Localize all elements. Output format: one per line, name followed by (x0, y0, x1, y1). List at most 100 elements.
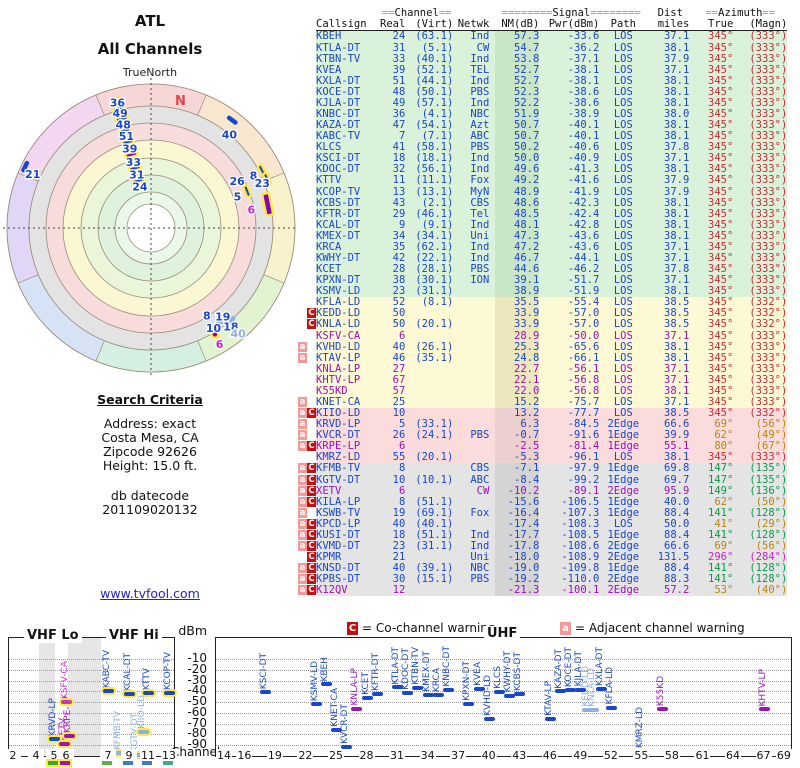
signal-bar (656, 707, 668, 712)
cell-az-magn: (333°) (733, 231, 788, 242)
cell-dist: 38.1 (647, 197, 694, 209)
signal-bar (473, 687, 485, 692)
adjacent-warning-icon: a (298, 352, 307, 363)
cell-pwr: -41.6 (539, 175, 600, 187)
marker-slot (298, 153, 307, 163)
cell-netwk: Ind (453, 53, 496, 65)
marker-slot (298, 286, 307, 296)
col-real: Real (380, 18, 406, 32)
marker-slot (307, 198, 316, 208)
signal-bar (310, 702, 322, 707)
cell-path: LOS (599, 519, 648, 530)
marker-slot (298, 231, 307, 241)
cell-virt: (26.1) (405, 341, 454, 353)
cell-netwk: Ind (453, 30, 496, 43)
marker-slot (307, 142, 316, 152)
marker-slot (298, 452, 307, 462)
signal-bar (402, 690, 414, 695)
marker-slot (307, 419, 316, 429)
cell-virt: (35.1) (405, 352, 454, 364)
cell-dist: 37.9 (647, 186, 694, 198)
channel-marker-label: 51 (119, 130, 134, 143)
signal-bar (605, 705, 617, 710)
signal-bar (412, 686, 424, 691)
cell-az-magn: (136°) (733, 485, 788, 497)
marker-slot (298, 175, 307, 185)
cell-az-magn: (333°) (733, 87, 788, 98)
cell-nm: -8.4 (495, 474, 540, 486)
col-callsign: Callsign (316, 19, 380, 32)
cell-path: LOS (599, 363, 648, 375)
tvfool-report: ATL All Channels TrueNorth 36 49 48 51 39 33 3… (0, 0, 800, 768)
adjacent-warning-icon: a (298, 463, 307, 474)
cell-az-true: 345° (693, 319, 734, 331)
cell-netwk (453, 407, 496, 419)
warning-markers: aC (296, 441, 316, 453)
cell-az-true: 149° (693, 485, 734, 497)
under-axis-mark (48, 761, 58, 765)
channel-marker-label: 10 (206, 322, 222, 335)
cell-callsign: KNLA-LP (316, 363, 380, 375)
adjacent-warning-icon: a (298, 474, 307, 485)
cell-netwk (453, 363, 496, 375)
cell-callsign: KCAL-DT (316, 219, 380, 231)
cell-netwk: Fox (453, 175, 496, 187)
cell-real: 33 (380, 53, 406, 65)
cell-virt: (46.1) (405, 208, 454, 220)
adjacent-warning-icon: a (298, 529, 307, 540)
marker-slot (307, 220, 316, 230)
warning-markers: a (296, 352, 316, 364)
db-datecode-value: 201109020132 (102, 502, 198, 517)
marker-slot (307, 76, 316, 86)
cell-netwk: CBS (453, 197, 496, 209)
cell-az-true: 345° (693, 87, 734, 98)
x-axis-tick: 31 (389, 749, 406, 762)
marker-slot (307, 275, 316, 285)
table-row: a C KILA-LP 8 (51.1) -15.6 -106.5 1Edge 40.0 62°(… (296, 496, 788, 508)
marker-slot (298, 297, 307, 307)
co-channel-warning-icon: C (307, 463, 316, 474)
tvfool-link[interactable]: www.tvfool.com (100, 586, 200, 601)
cell-dist: 37.9 (647, 175, 694, 187)
bar-label: KSFV-CA (60, 660, 70, 699)
cell-pwr: -38.1 (539, 75, 600, 87)
gridline (9, 723, 174, 725)
search-height: Height: 15.0 ft. (102, 458, 198, 473)
cell-az-magn: (333°) (733, 197, 788, 209)
cell-dist: 37.1 (647, 64, 694, 76)
cell-virt (405, 463, 454, 475)
warning-markers (296, 64, 316, 76)
table-row: a C XETV 6 CW -10.2 -89.1 2Edge 95.9 149° (136°) (296, 485, 788, 497)
channel-marker-label: 26 (229, 175, 245, 188)
warning-markers (296, 175, 316, 187)
channel-marker-label: 6 (247, 203, 255, 216)
cell-netwk: PBS (453, 87, 496, 98)
col-pwr: Pwr(dBm) (539, 19, 600, 32)
co-channel-warning-icon: C (307, 529, 316, 540)
marker-slot (307, 164, 316, 174)
signal-bar (59, 742, 70, 747)
warning-markers: aC (296, 573, 316, 586)
signal-bar (330, 727, 342, 732)
x-axis-tick: 14 (216, 749, 232, 762)
gridline (9, 745, 174, 746)
channel-marker-label: 40 (230, 328, 246, 341)
marker-slot (298, 54, 307, 64)
cell-pwr: -65.6 (539, 341, 600, 353)
cell-dist: 37.1 (647, 330, 694, 342)
cell-netwk (453, 297, 496, 309)
page-subtitle: All Channels (97, 40, 203, 58)
cell-path: LOS (599, 87, 648, 98)
cell-netwk (453, 374, 496, 386)
cell-nm: 48.6 (495, 197, 540, 209)
cell-callsign: KSWB-TV (316, 508, 380, 519)
cell-az-true: 345° (693, 352, 734, 364)
marker-slot (307, 253, 316, 263)
cell-real: 19 (380, 508, 406, 519)
cell-real: 6 (380, 330, 406, 342)
cell-az-magn: (333°) (733, 42, 788, 54)
cell-nm: 22.7 (495, 363, 540, 375)
warning-markers: aC (296, 463, 316, 475)
cell-nm: -15.6 (495, 496, 540, 508)
co-channel-warning-icon: C (307, 408, 316, 419)
